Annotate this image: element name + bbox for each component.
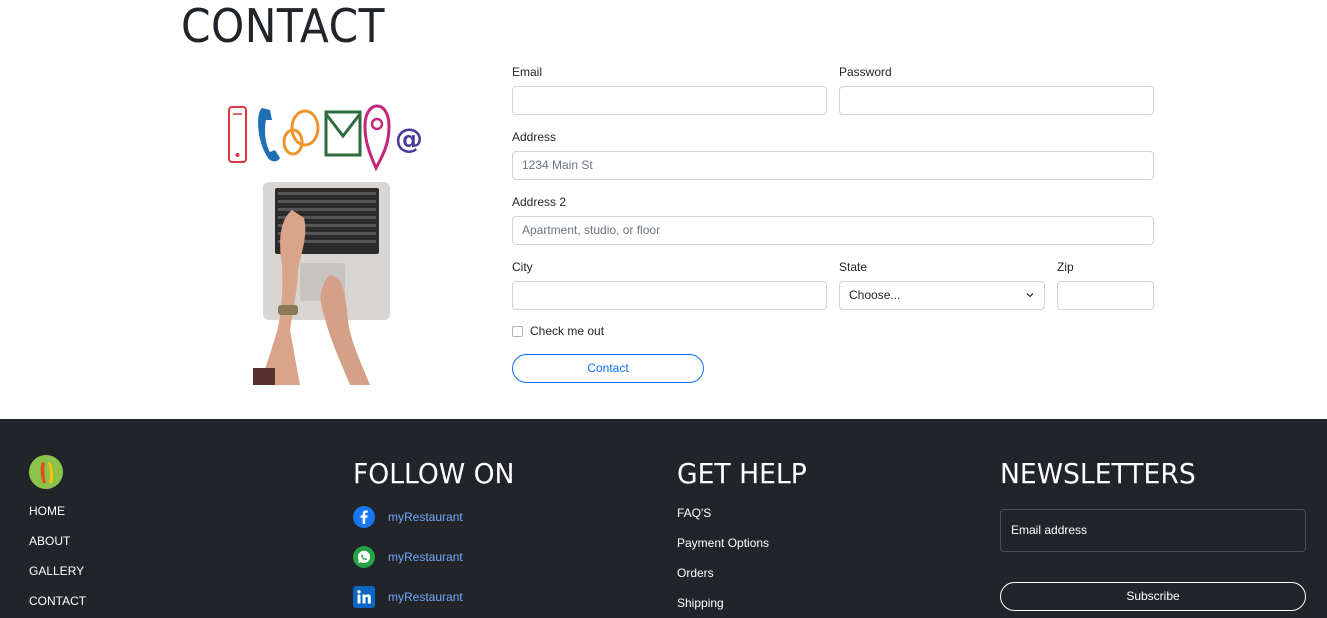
password-field[interactable] — [839, 86, 1154, 115]
help-link-shipping[interactable]: Shipping — [677, 596, 724, 610]
newsletter-heading: NEWSLETTERS — [1000, 457, 1196, 490]
logo[interactable] — [29, 455, 63, 489]
social-facebook[interactable]: myRestaurant — [353, 506, 463, 528]
check-me-out-checkbox[interactable] — [512, 325, 523, 337]
state-select[interactable]: Choose... — [839, 281, 1045, 310]
page-title: CONTACT — [181, 0, 385, 53]
social-linkedin[interactable]: myRestaurant — [353, 586, 463, 608]
contact-button[interactable]: Contact — [512, 354, 704, 383]
state-label: State — [839, 260, 868, 274]
email-field[interactable] — [512, 86, 827, 115]
subscribe-button[interactable]: Subscribe — [1000, 582, 1306, 611]
whatsapp-icon — [353, 546, 375, 568]
footer-nav-home[interactable]: HOME — [29, 504, 65, 518]
help-link-payment-options[interactable]: Payment Options — [677, 536, 769, 550]
footer: HOME ABOUT GALLERY CONTACT FOLLOW ON myR… — [0, 419, 1327, 618]
zip-label: Zip — [1057, 260, 1074, 274]
linkedin-icon — [353, 586, 375, 608]
contact-illustration: @ — [228, 104, 423, 385]
help-heading: GET HELP — [677, 457, 807, 490]
password-label: Password — [839, 65, 892, 79]
help-link-orders[interactable]: Orders — [677, 566, 714, 580]
footer-nav-about[interactable]: ABOUT — [29, 534, 70, 548]
social-facebook-label: myRestaurant — [388, 510, 463, 524]
address2-label: Address 2 — [512, 195, 567, 209]
facebook-icon — [353, 506, 375, 528]
email-label: Email — [512, 65, 543, 79]
city-field[interactable] — [512, 281, 827, 310]
help-link-faqs[interactable]: FAQ'S — [677, 506, 711, 520]
zip-field[interactable] — [1057, 281, 1154, 310]
check-me-out[interactable]: Check me out — [512, 324, 604, 338]
social-whatsapp[interactable]: myRestaurant — [353, 546, 463, 568]
footer-nav-contact[interactable]: CONTACT — [29, 594, 86, 608]
footer-nav-gallery[interactable]: GALLERY — [29, 564, 84, 578]
svg-text:@: @ — [395, 122, 423, 155]
city-label: City — [512, 260, 533, 274]
follow-heading: FOLLOW ON — [353, 457, 515, 490]
logo-icon — [29, 455, 63, 489]
social-whatsapp-label: myRestaurant — [388, 550, 463, 564]
address-label: Address — [512, 130, 557, 144]
state-select-value: Choose... — [849, 288, 901, 302]
address-field[interactable]: 1234 Main St — [512, 151, 1154, 180]
newsletter-email-field[interactable]: Email address — [1000, 509, 1306, 552]
address2-field[interactable]: Apartment, studio, or floor — [512, 216, 1154, 245]
social-linkedin-label: myRestaurant — [388, 590, 463, 604]
check-me-out-label: Check me out — [530, 324, 605, 338]
chevron-down-icon — [1026, 293, 1034, 298]
